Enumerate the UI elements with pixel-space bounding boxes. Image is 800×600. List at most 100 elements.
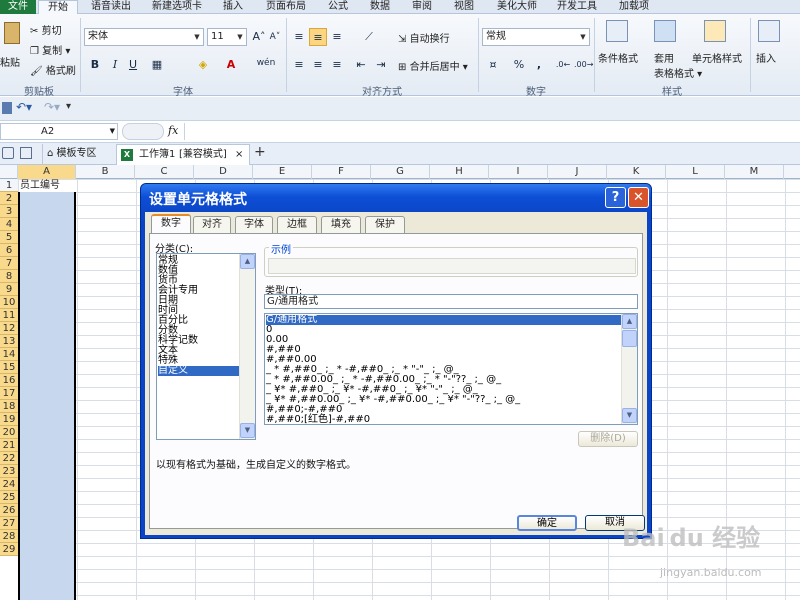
merge-center-button[interactable]: ⊞ 合并后居中 ▾ [398,58,468,73]
column-header[interactable]: G [371,165,430,179]
help-button[interactable]: ? [605,187,626,208]
list-item-selected[interactable]: G/通用格式 [266,315,621,325]
row-header[interactable]: 18 [0,400,18,413]
row-header[interactable]: 26 [0,504,18,517]
row-header[interactable]: 3 [0,205,18,218]
row-header[interactable]: 6 [0,244,18,257]
row-header[interactable]: 25 [0,491,18,504]
tab-protection[interactable]: 保护 [365,216,405,233]
copy-button[interactable]: ❐ 复制 ▾ [30,42,70,57]
tab-review[interactable]: 审阅 [404,0,440,14]
increase-indent-button[interactable]: ⇥ [372,56,390,74]
row-header[interactable]: 27 [0,517,18,530]
cell-a1[interactable]: 员工编号 [20,179,60,192]
ok-button[interactable]: 确定 [517,515,577,531]
category-scrollbar[interactable]: ▲ ▼ [239,254,255,439]
folder-icon[interactable] [2,147,14,159]
orientation-button[interactable]: ⟋ [360,28,378,46]
scroll-up-icon[interactable]: ▲ [240,254,255,269]
align-bottom-button[interactable]: ≡ [328,28,346,46]
italic-button[interactable]: I [106,56,124,74]
currency-button[interactable]: ¤ [484,56,502,74]
tab-file[interactable]: 文件 [0,0,36,14]
tab-border[interactable]: 边框 [277,216,317,233]
column-header[interactable]: J [548,165,607,179]
column-header[interactable]: E [253,165,312,179]
row-header[interactable]: 11 [0,309,18,322]
tab-addins[interactable]: 加载项 [612,0,656,14]
column-header[interactable]: M [725,165,784,179]
fill-color-button[interactable]: ◈ [194,56,212,74]
row-header[interactable]: 22 [0,452,18,465]
new-document-icon[interactable] [20,147,32,159]
percent-button[interactable]: % [510,56,528,74]
cut-button[interactable]: ✂ 剪切 [30,22,62,37]
column-header[interactable]: I [489,165,548,179]
format-painter-button[interactable]: 🖌 格式刷 [30,62,76,77]
scroll-thumb[interactable] [622,330,637,347]
underline-button[interactable]: U [124,56,142,74]
format-scrollbar[interactable]: ▲ ▼ [621,314,637,424]
row-header[interactable]: 23 [0,465,18,478]
tab-view[interactable]: 视图 [446,0,482,14]
decrease-indent-button[interactable]: ⇤ [352,56,370,74]
close-button[interactable]: ✕ [628,187,649,208]
tab-number[interactable]: 数字 [151,214,191,234]
tab-home[interactable]: 开始 [38,0,78,15]
row-header[interactable]: 5 [0,231,18,244]
row-header[interactable]: 16 [0,374,18,387]
row-header[interactable]: 9 [0,283,18,296]
column-header[interactable]: A [18,165,76,179]
selected-range[interactable] [18,192,76,600]
list-item-selected[interactable]: 自定义 [158,366,240,376]
row-header[interactable]: 29 [0,543,18,556]
category-listbox[interactable]: 常规 数值 货币 会计专用 日期 时间 百分比 分数 科学记数 文本 特殊 自定… [156,253,256,440]
row-header[interactable]: 2 [0,192,18,205]
row-header[interactable]: 12 [0,322,18,335]
dialog-title-bar[interactable]: 设置单元格格式 ? ✕ [141,184,651,212]
scroll-up-icon[interactable]: ▲ [622,314,637,329]
column-header[interactable]: C [135,165,194,179]
border-button[interactable]: ▦ [148,56,166,74]
row-header[interactable]: 1 [0,179,18,192]
customize-qat-icon[interactable]: ▾ [66,101,71,112]
row-header[interactable]: 17 [0,387,18,400]
tab-page-layout[interactable]: 页面布局 [258,0,314,14]
align-top-button[interactable]: ≡ [290,28,308,46]
row-header[interactable]: 10 [0,296,18,309]
tab-developer[interactable]: 开发工具 [550,0,604,14]
scroll-down-icon[interactable]: ▼ [240,423,255,438]
align-left-button[interactable]: ≡ [290,56,308,74]
phonetic-button[interactable]: wén [254,54,278,72]
row-header[interactable]: 7 [0,257,18,270]
align-right-button[interactable]: ≡ [328,56,346,74]
new-tab-button[interactable]: + [254,144,266,160]
name-box[interactable]: A2 ▼ [0,123,118,140]
tab-fill[interactable]: 填充 [321,216,361,233]
font-name-combo[interactable]: 宋体 ▼ [84,28,204,46]
bold-button[interactable]: B [86,56,104,74]
tab-formulas[interactable]: 公式 [320,0,356,14]
wrap-text-button[interactable]: ⇲ 自动换行 [398,30,450,45]
formula-expand-handle[interactable] [122,123,164,140]
column-header[interactable]: B [76,165,135,179]
column-header[interactable]: H [430,165,489,179]
column-header[interactable]: D [194,165,253,179]
row-header[interactable]: 20 [0,426,18,439]
comma-button[interactable]: , [530,56,548,74]
decrease-decimal-button[interactable]: .00→ [574,56,593,74]
scroll-down-icon[interactable]: ▼ [622,408,637,423]
template-tab[interactable]: ⌂ 模板专区 [42,144,112,164]
paste-button[interactable]: 粘贴 [0,54,20,69]
insert-function-icon[interactable]: fx [168,124,178,137]
tab-new[interactable]: 新建选项卡 [144,0,210,14]
tab-alignment[interactable]: 对齐 [193,216,231,233]
row-header[interactable]: 19 [0,413,18,426]
formula-input[interactable] [184,123,800,140]
list-item[interactable]: #,##0;[红色]-#,##0 [266,415,370,425]
row-header[interactable]: 8 [0,270,18,283]
conditional-format-button[interactable]: 条件格式 [598,50,638,65]
tab-data[interactable]: 数据 [362,0,398,14]
font-color-button[interactable]: A [222,56,240,74]
type-input[interactable]: G/通用格式 [264,294,638,309]
